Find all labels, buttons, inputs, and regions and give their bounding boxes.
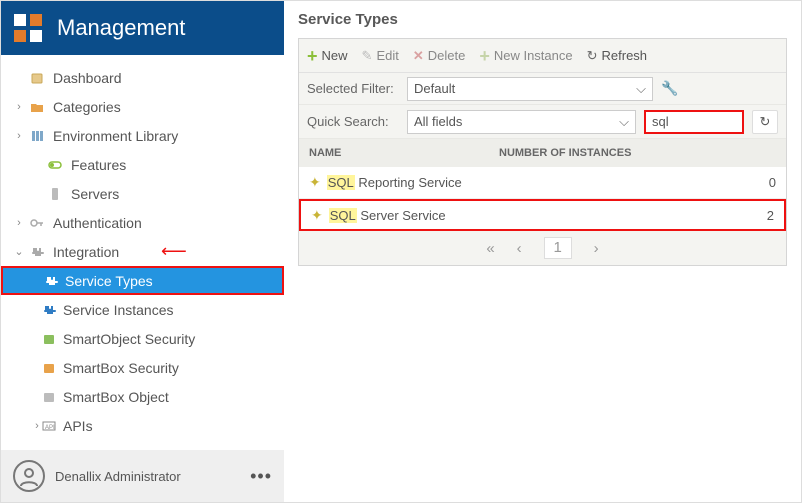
page-first-button[interactable]: « xyxy=(486,240,494,257)
puzzle-icon: ✦ xyxy=(309,174,321,191)
pager: « ‹ 1 › xyxy=(299,231,786,265)
delete-button[interactable]: ✕Delete xyxy=(413,48,465,64)
nav-integration[interactable]: ⌄ Integration ⟵ xyxy=(1,237,284,266)
col-instances-header[interactable]: NUMBER OF INSTANCES xyxy=(499,147,776,159)
chevron-right-icon[interactable]: › xyxy=(13,130,25,142)
nav-authentication[interactable]: › Authentication xyxy=(1,208,284,237)
page-prev-button[interactable]: ‹ xyxy=(517,240,522,257)
nav-features[interactable]: Features xyxy=(1,150,284,179)
grid-header: NAME NUMBER OF INSTANCES xyxy=(299,139,786,167)
annotation-arrow-icon: ⟵ xyxy=(161,241,187,262)
search-field-select[interactable]: All fields ⌵ xyxy=(407,110,636,134)
chevron-right-icon[interactable]: › xyxy=(13,101,25,113)
nav-environment-library[interactable]: › Environment Library xyxy=(1,121,284,150)
reload-icon: ↻ xyxy=(760,114,771,130)
instance-count: 0 xyxy=(746,175,776,190)
app-header: Management xyxy=(1,1,284,55)
nav-service-types[interactable]: Service Types xyxy=(1,266,284,295)
search-input[interactable] xyxy=(644,110,744,134)
nav-servers[interactable]: Servers xyxy=(1,179,284,208)
box-grey-icon xyxy=(41,389,57,405)
page-number: 1 xyxy=(544,237,572,259)
plus-dim-icon: + xyxy=(479,47,490,65)
new-instance-button[interactable]: +New Instance xyxy=(479,47,572,65)
plus-icon: + xyxy=(307,47,318,65)
nav-smartbox-object[interactable]: SmartBox Object xyxy=(1,382,284,411)
nav-service-instances[interactable]: Service Instances xyxy=(1,295,284,324)
filter-label: Selected Filter: xyxy=(307,81,399,96)
wrench-icon[interactable]: 🔧 xyxy=(661,80,678,97)
svg-text:API: API xyxy=(45,425,55,431)
nav-dashboard[interactable]: Dashboard xyxy=(1,63,284,92)
folder-icon xyxy=(29,99,45,115)
filter-select[interactable]: Default ⌵ xyxy=(407,77,653,101)
more-icon[interactable]: ••• xyxy=(250,466,272,487)
chevron-down-icon: ⌵ xyxy=(636,81,646,97)
x-icon: ✕ xyxy=(413,48,424,64)
app-logo-icon xyxy=(13,13,43,43)
nav-categories[interactable]: › Categories xyxy=(1,92,284,121)
new-button[interactable]: +New xyxy=(307,47,348,65)
features-icon xyxy=(47,157,63,173)
api-icon: API xyxy=(41,418,57,434)
user-row[interactable]: Denallix Administrator ••• xyxy=(1,450,284,502)
app-title: Management xyxy=(57,15,185,41)
col-name-header[interactable]: NAME xyxy=(309,147,499,159)
nav-apis[interactable]: › API APIs xyxy=(1,411,284,440)
toolbar: +New ✎Edit ✕Delete +New Instance ↻Refres… xyxy=(299,39,786,73)
box-orange-icon xyxy=(41,360,57,376)
page-next-button[interactable]: › xyxy=(594,240,599,257)
refresh-button[interactable]: ↻Refresh xyxy=(587,48,647,64)
user-name: Denallix Administrator xyxy=(55,469,181,484)
box-green-icon xyxy=(41,331,57,347)
chevron-down-icon[interactable]: ⌄ xyxy=(13,245,25,258)
server-icon xyxy=(47,186,63,202)
nav-smartobject-security[interactable]: SmartObject Security xyxy=(1,324,284,353)
sidebar-nav: Dashboard › Categories › Environment Lib… xyxy=(1,55,284,450)
avatar-icon xyxy=(13,460,45,492)
puzzle-icon xyxy=(29,244,45,260)
nav-smartbox-security[interactable]: SmartBox Security xyxy=(1,353,284,382)
search-go-button[interactable]: ↻ xyxy=(752,110,778,134)
key-icon xyxy=(29,215,45,231)
chevron-down-icon: ⌵ xyxy=(619,114,629,130)
grid-panel: +New ✎Edit ✕Delete +New Instance ↻Refres… xyxy=(298,38,787,266)
dashboard-icon xyxy=(29,70,45,86)
table-row[interactable]: ✦ SQL Reporting Service 0 xyxy=(299,167,786,199)
table-row[interactable]: ✦ SQL Server Service 2 xyxy=(299,199,786,231)
puzzle-blue-icon xyxy=(41,302,57,318)
chevron-right-icon[interactable]: › xyxy=(13,217,25,229)
search-label: Quick Search: xyxy=(307,114,399,129)
page-title: Service Types xyxy=(298,11,787,28)
puzzle-icon: ✦ xyxy=(311,207,323,224)
refresh-icon: ↻ xyxy=(587,48,598,64)
library-icon xyxy=(29,128,45,144)
pencil-icon: ✎ xyxy=(362,48,373,64)
instance-count: 2 xyxy=(744,208,774,223)
puzzle-icon xyxy=(43,273,59,289)
edit-button[interactable]: ✎Edit xyxy=(362,48,399,64)
